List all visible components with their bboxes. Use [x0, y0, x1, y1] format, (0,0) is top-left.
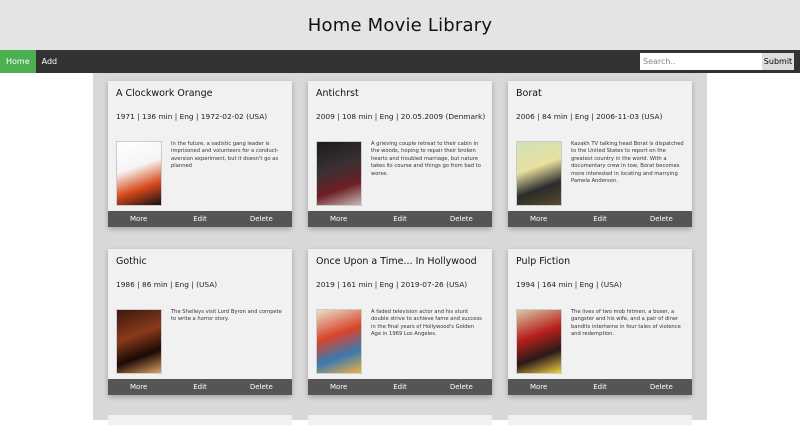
movie-description: Kazakh TV talking head Borat is dispatch…: [571, 141, 684, 185]
delete-button[interactable]: Delete: [231, 379, 292, 395]
movie-title: Antichrst: [316, 88, 359, 99]
movie-title: A Clockwork Orange: [116, 88, 213, 99]
edit-button[interactable]: Edit: [569, 211, 630, 227]
movie-meta: 2009 | 108 min | Eng | 20.05.2009 (Denma…: [316, 112, 486, 121]
more-button[interactable]: More: [308, 211, 369, 227]
movie-card-partial: [108, 415, 292, 425]
movie-poster-image: [316, 309, 362, 374]
card-actions-bar: More Edit Delete: [508, 211, 692, 227]
movie-title: Once Upon a Time... In Hollywood: [316, 256, 477, 267]
movie-description: A grieving couple retreat to their cabin…: [371, 141, 481, 177]
movie-card: Borat 2006 | 84 min | Eng | 2006-11-03 (…: [508, 81, 692, 227]
movie-poster-image: [516, 309, 562, 374]
movie-card: Pulp Fiction 1994 | 164 min | Eng | (USA…: [508, 249, 692, 395]
edit-button[interactable]: Edit: [169, 379, 230, 395]
app-header: Home Movie Library: [0, 0, 800, 50]
card-actions-bar: More Edit Delete: [508, 379, 692, 395]
movie-card: Once Upon a Time... In Hollywood 2019 | …: [308, 249, 492, 395]
edit-button[interactable]: Edit: [169, 211, 230, 227]
search-form: Submit: [640, 53, 794, 70]
movie-poster-image: [116, 309, 162, 374]
more-button[interactable]: More: [108, 379, 169, 395]
movie-card-partial: [508, 415, 692, 425]
more-button[interactable]: More: [508, 211, 569, 227]
movie-title: Borat: [516, 88, 542, 99]
edit-button[interactable]: Edit: [369, 211, 430, 227]
movie-meta: 1971 | 136 min | Eng | 1972-02-02 (USA): [116, 112, 268, 121]
delete-button[interactable]: Delete: [431, 211, 492, 227]
nav-add-link[interactable]: Add: [36, 50, 64, 73]
movie-meta: 2019 | 161 min | Eng | 2019-07-26 (USA): [316, 280, 468, 289]
movie-card: A Clockwork Orange 1971 | 136 min | Eng …: [108, 81, 292, 227]
movie-description: A faded television actor and his stunt d…: [371, 309, 482, 338]
card-actions-bar: More Edit Delete: [108, 211, 292, 227]
movie-title: Gothic: [116, 256, 147, 267]
movie-description: In the future, a sadistic gang leader is…: [171, 141, 279, 170]
movie-title: Pulp Fiction: [516, 256, 571, 267]
movie-list-container: A Clockwork Orange 1971 | 136 min | Eng …: [93, 73, 707, 425]
page-title: Home Movie Library: [307, 14, 493, 36]
movie-grid: A Clockwork Orange 1971 | 136 min | Eng …: [108, 81, 692, 395]
movie-poster-image: [516, 141, 562, 206]
movie-description: The Shelleys visit Lord Byron and compet…: [171, 309, 282, 323]
card-actions-bar: More Edit Delete: [308, 211, 492, 227]
more-button[interactable]: More: [508, 379, 569, 395]
search-submit-button[interactable]: Submit: [762, 53, 794, 70]
delete-button[interactable]: Delete: [631, 211, 692, 227]
movie-card: Antichrst 2009 | 108 min | Eng | 20.05.2…: [308, 81, 492, 227]
more-button[interactable]: More: [108, 211, 169, 227]
edit-button[interactable]: Edit: [369, 379, 430, 395]
edit-button[interactable]: Edit: [569, 379, 630, 395]
nav-home-link[interactable]: Home: [0, 50, 36, 73]
movie-poster-image: [116, 141, 162, 206]
movie-description: The lives of two mob hitmen, a boxer, a …: [571, 309, 681, 338]
card-actions-bar: More Edit Delete: [308, 379, 492, 395]
movie-card: Gothic 1986 | 86 min | Eng | (USA) The S…: [108, 249, 292, 395]
movie-card-partial: [308, 415, 492, 425]
movie-meta: 2006 | 84 min | Eng | 2006-11-03 (USA): [516, 112, 663, 121]
movie-poster-image: [316, 141, 362, 206]
card-actions-bar: More Edit Delete: [108, 379, 292, 395]
delete-button[interactable]: Delete: [631, 379, 692, 395]
search-input[interactable]: [640, 53, 762, 70]
movie-meta: 1994 | 164 min | Eng | (USA): [516, 280, 622, 289]
delete-button[interactable]: Delete: [231, 211, 292, 227]
movie-meta: 1986 | 86 min | Eng | (USA): [116, 280, 218, 289]
top-navbar: Home Add Submit: [0, 50, 800, 73]
delete-button[interactable]: Delete: [431, 379, 492, 395]
more-button[interactable]: More: [308, 379, 369, 395]
